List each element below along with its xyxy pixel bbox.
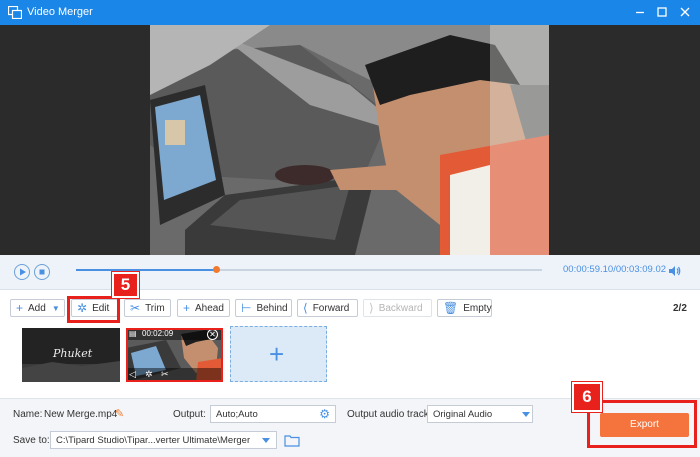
close-icon	[680, 7, 690, 17]
output-format-value: Auto;Auto	[216, 409, 258, 420]
maximize-button[interactable]	[654, 4, 670, 20]
clip-thumbnail-1[interactable]: Phuket	[22, 328, 120, 382]
save-path-field[interactable]: C:\Tipard Studio\Tipar...verter Ultimate…	[50, 431, 277, 449]
move-forward-icon: ⟨	[303, 301, 308, 315]
chevron-down-icon	[262, 438, 270, 443]
empty-button[interactable]: 🗑 Empty	[437, 299, 492, 317]
export-button[interactable]: Export	[600, 413, 689, 437]
play-button[interactable]	[14, 264, 30, 280]
behind-button[interactable]: ⊢ Behind	[235, 299, 292, 317]
title-bar: Video Merger	[0, 0, 700, 25]
total-time: /00:03:09.02	[613, 264, 667, 275]
backward-label: Backward	[378, 302, 423, 314]
plus-icon: +	[183, 301, 191, 315]
pencil-icon[interactable]: ✎	[115, 407, 124, 420]
move-backward-icon: ⟩	[369, 301, 374, 315]
progress-slider[interactable]	[76, 266, 542, 273]
progress-handle[interactable]	[212, 266, 220, 273]
save-path-value: C:\Tipard Studio\Tipar...verter Ultimate…	[56, 435, 251, 446]
minimize-icon	[636, 11, 644, 14]
name-label: Name:	[13, 409, 43, 420]
output-name-value: New Merge.mp4	[44, 409, 118, 420]
video-preview	[0, 25, 700, 255]
close-button[interactable]	[677, 4, 693, 20]
output-format-field[interactable]: Auto;Auto ⚙	[210, 405, 336, 423]
chevron-down-icon	[522, 412, 530, 417]
maximize-icon	[657, 7, 667, 17]
insert-after-icon: ⊢	[241, 301, 252, 315]
audio-track-value: Original Audio	[433, 409, 493, 420]
behind-label: Behind	[256, 302, 288, 314]
empty-label: Empty	[463, 302, 492, 314]
progress-fill	[76, 269, 216, 271]
scissors-icon: ✂	[130, 301, 141, 315]
step-6-badge: 6	[572, 382, 602, 412]
add-label: Add	[28, 302, 46, 314]
stop-button[interactable]	[34, 264, 50, 280]
stop-icon	[39, 269, 45, 275]
video-frame	[150, 25, 549, 255]
plus-icon: +	[269, 339, 285, 369]
volume-icon[interactable]	[667, 264, 681, 278]
clip-2-selected-border	[126, 328, 223, 382]
app-logo-icon	[8, 6, 22, 19]
clip-1-title: Phuket	[53, 347, 93, 360]
folder-icon[interactable]	[284, 434, 300, 447]
trash-icon: 🗑	[443, 301, 459, 315]
current-time: 00:00:59.10	[563, 264, 614, 275]
add-clip-tile[interactable]: +	[230, 326, 327, 382]
plus-icon: +	[16, 301, 24, 315]
clip-thumbnail-2[interactable]: ▤ 00:02:09 ✕ ◁ ✲ ✂	[126, 328, 223, 382]
audio-track-select[interactable]: Original Audio	[427, 405, 533, 423]
edit-callout-box	[67, 296, 120, 323]
step-5-badge: 5	[112, 272, 139, 298]
page-indicator: 2/2	[673, 303, 687, 314]
trim-button[interactable]: ✂ Trim	[124, 299, 171, 317]
time-readout: 00:00:59.10/00:03:09.02	[563, 264, 666, 275]
video-image	[150, 25, 549, 255]
chevron-down-icon: ▼	[51, 303, 60, 313]
play-icon	[20, 268, 26, 276]
audio-track-label: Output audio track:	[347, 409, 432, 420]
output-label: Output:	[173, 409, 206, 420]
save-to-label: Save to:	[13, 435, 50, 446]
gear-icon[interactable]: ⚙	[319, 407, 330, 421]
backward-button[interactable]: ⟩ Backward	[363, 299, 432, 317]
trim-label: Trim	[145, 302, 165, 314]
minimize-button[interactable]	[632, 4, 648, 20]
window-title: Video Merger	[27, 6, 93, 18]
forward-button[interactable]: ⟨ Forward	[297, 299, 358, 317]
add-button[interactable]: + Add ▼	[10, 299, 65, 317]
ahead-label: Ahead	[195, 302, 224, 314]
ahead-button[interactable]: + Ahead	[177, 299, 230, 317]
playback-bar: 00:00:59.10/00:03:09.02	[0, 255, 700, 290]
forward-label: Forward	[312, 302, 350, 314]
